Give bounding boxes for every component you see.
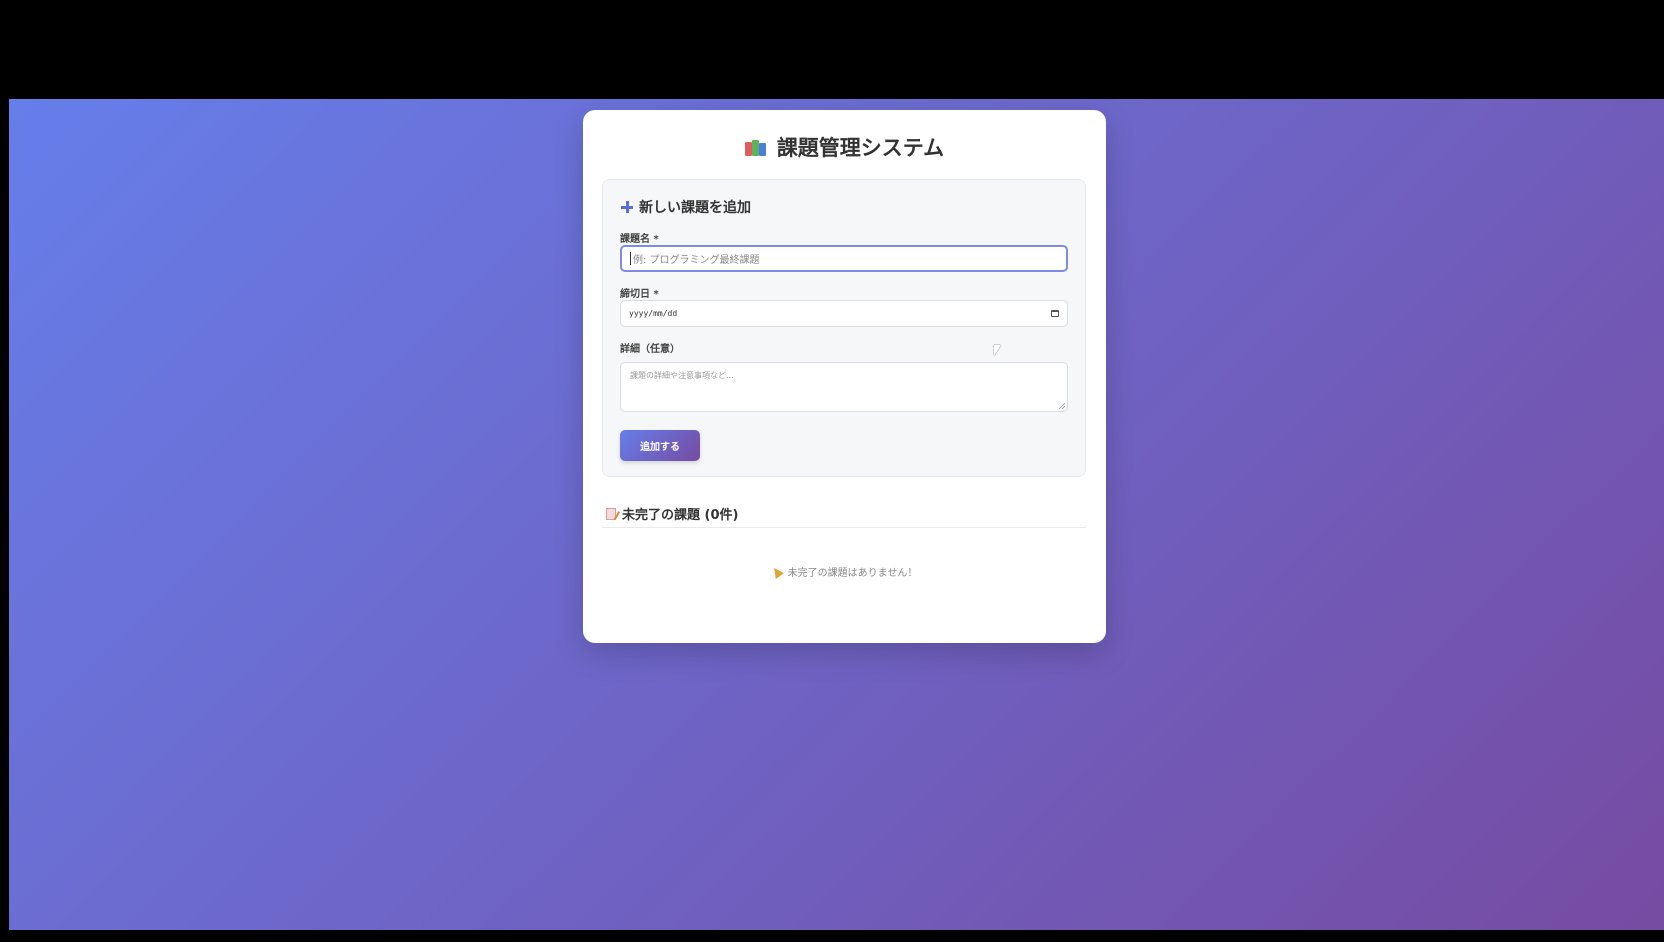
empty-state: 未完了の課題はありません！ [583,564,1106,579]
task-name-placeholder: 例: プログラミング最終課題 [633,255,760,266]
memo-icon [606,507,616,520]
add-task-form: 新しい課題を追加 課題名 * 例: プログラミング最終課題 締切日 * yyyy… [602,179,1086,477]
form-heading: 新しい課題を追加 [621,197,751,217]
due-date-input[interactable]: yyyy/mm/dd [620,300,1068,327]
page-viewport: 課題管理システム 新しい課題を追加 課題名 * 例: プログラミング最終課題 締… [9,99,1664,930]
pending-list-heading: 未完了の課題 (0件) [606,504,738,523]
form-heading-text: 新しい課題を追加 [639,200,751,216]
resize-grip-icon[interactable] [1059,403,1065,409]
text-caret [630,252,631,265]
app-title: 課題管理システム [583,132,1106,162]
task-name-label: 課題名 * [620,234,659,245]
list-divider [602,527,1086,528]
app-card: 課題管理システム 新しい課題を追加 課題名 * 例: プログラミング最終課題 締… [583,110,1106,643]
books-icon [744,138,767,156]
calendar-icon[interactable] [1051,310,1059,317]
add-task-button[interactable]: 追加する [620,430,700,461]
empty-state-text: 未完了の課題はありません！ [787,568,918,579]
detail-textarea[interactable]: 課題の詳細や注意事項など... [620,362,1068,412]
task-name-input[interactable]: 例: プログラミング最終課題 [620,245,1068,272]
app-title-text: 課題管理システム [776,136,945,160]
pending-list-heading-text: 未完了の課題 (0件) [622,508,739,523]
plus-icon [621,201,633,213]
mouse-cursor-icon [994,345,1001,356]
detail-label: 詳細（任意） [620,344,680,355]
due-date-placeholder: yyyy/mm/dd [629,309,678,318]
party-popper-icon [769,564,784,579]
detail-placeholder: 課題の詳細や注意事項など... [630,371,734,380]
due-date-label: 締切日 * [620,289,659,300]
screen-frame: 課題管理システム 新しい課題を追加 課題名 * 例: プログラミング最終課題 締… [9,7,1664,930]
